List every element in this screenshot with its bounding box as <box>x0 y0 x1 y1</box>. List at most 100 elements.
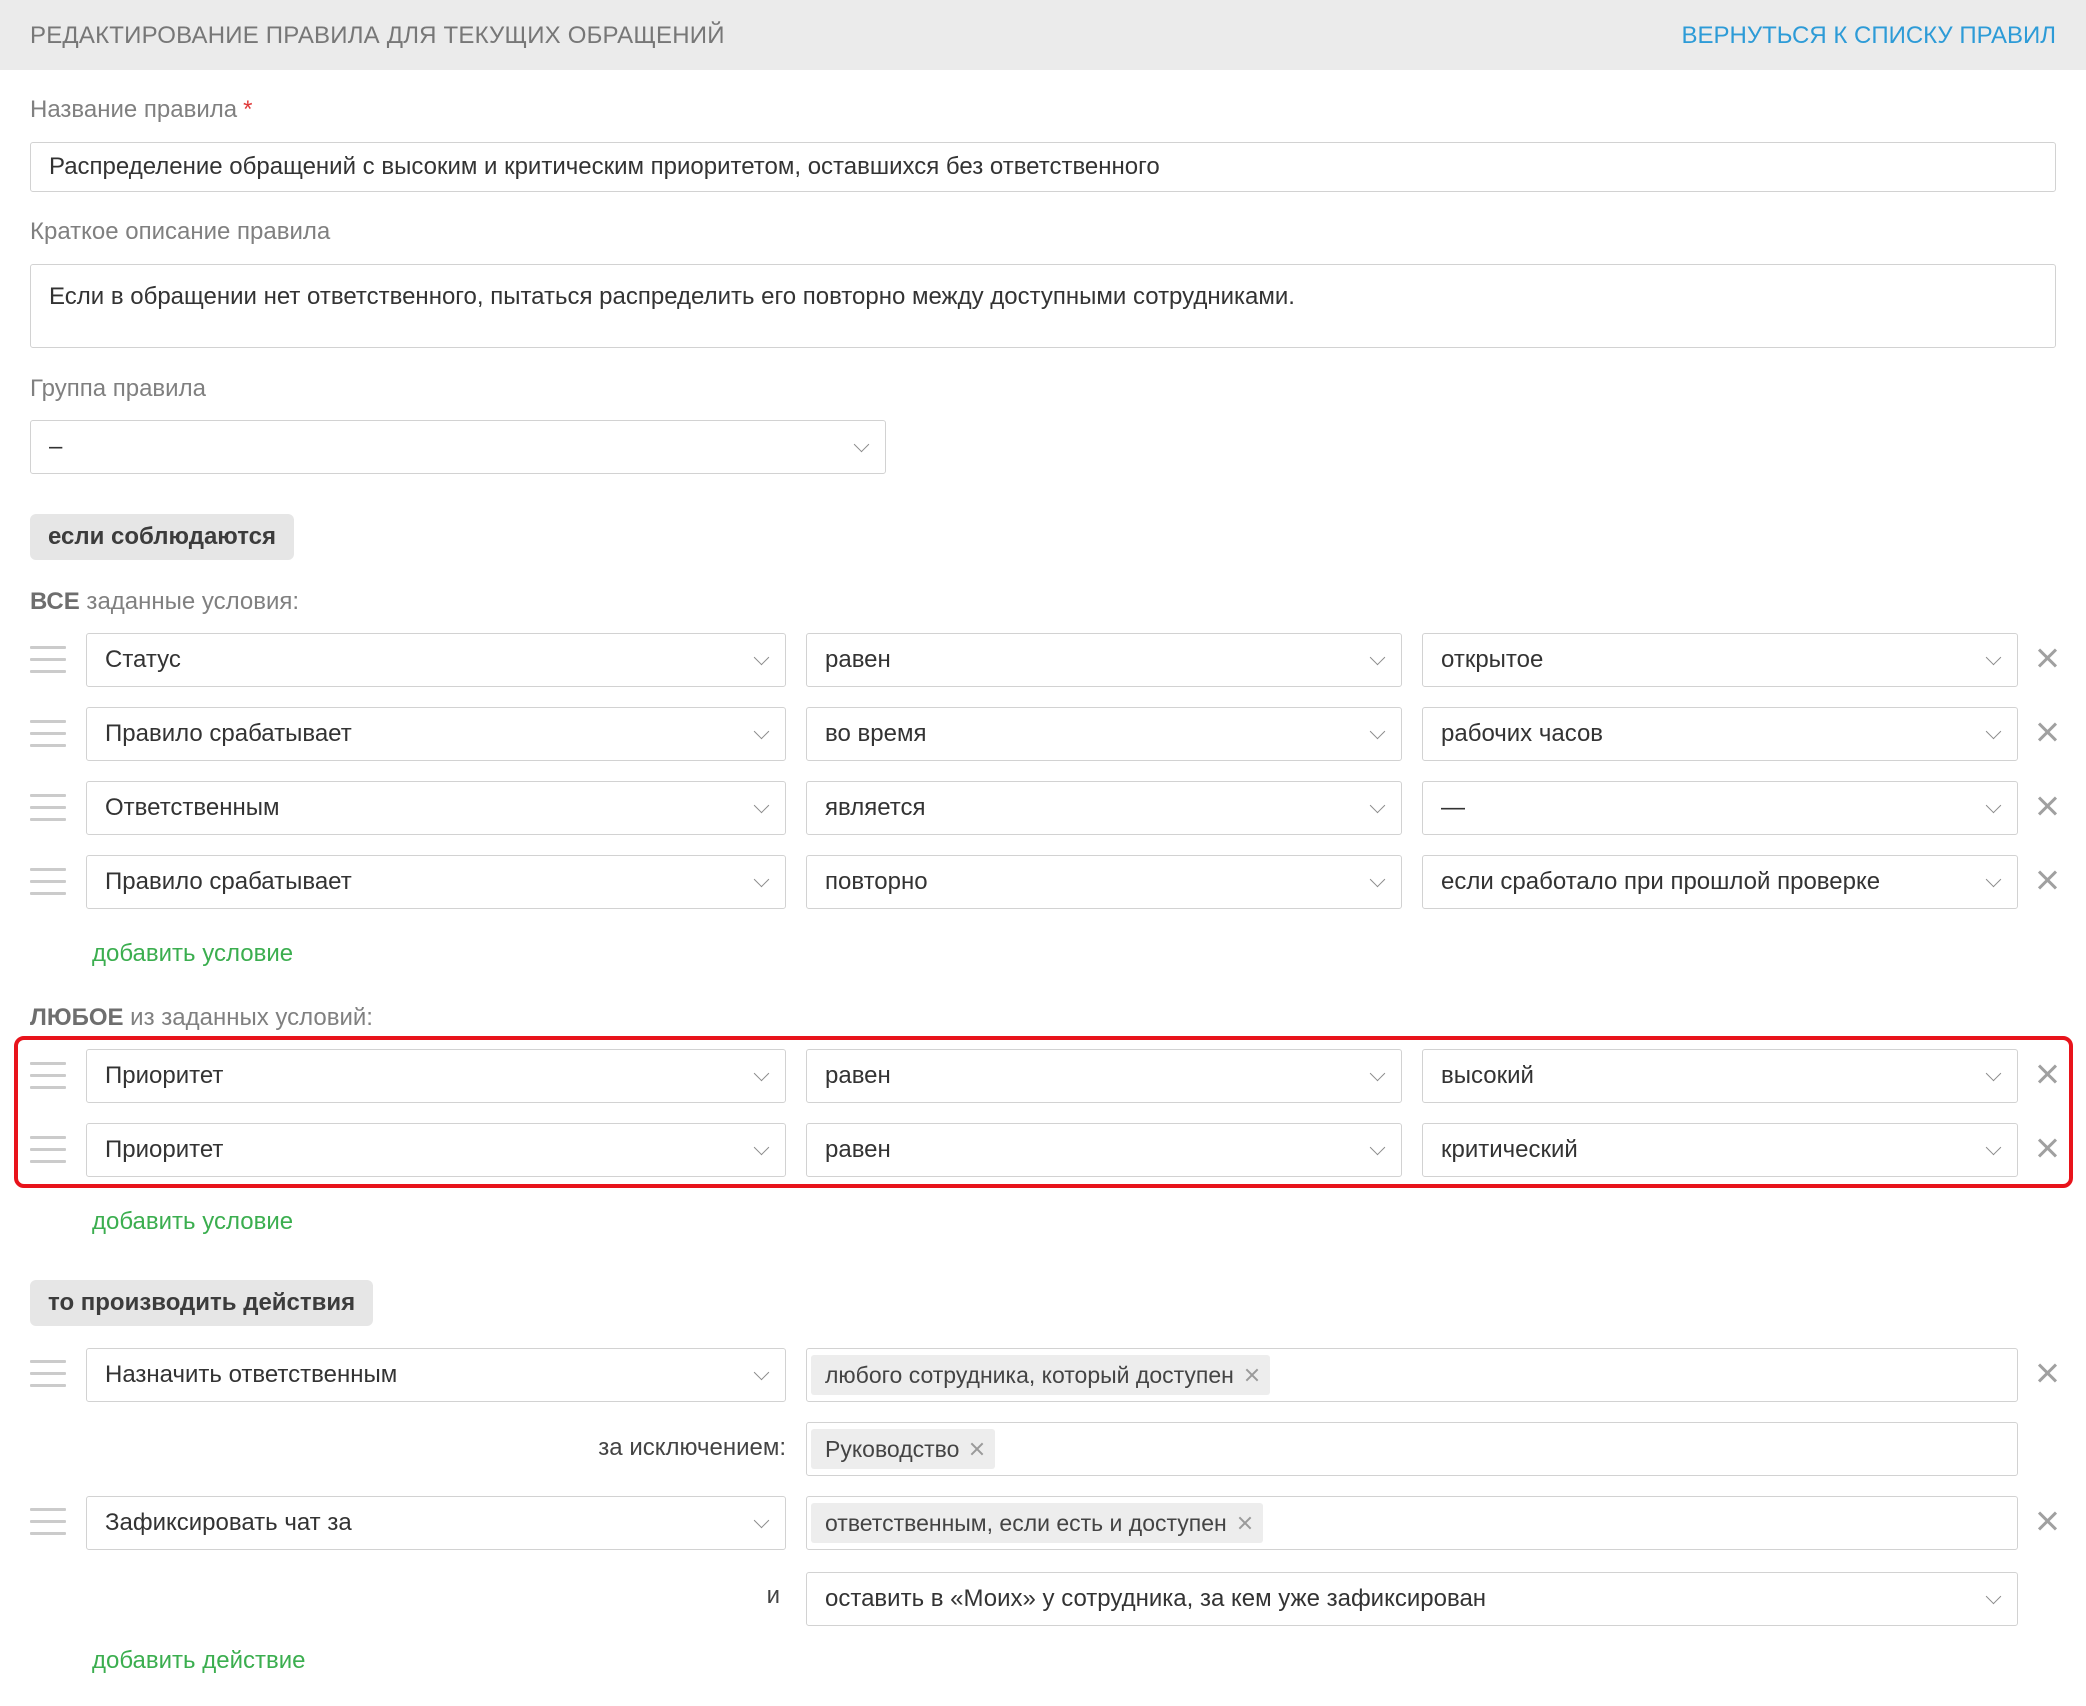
condition-operator-select[interactable]: равен <box>806 1123 1402 1177</box>
tag-label: ответственным, если есть и доступен <box>825 1509 1227 1536</box>
condition-value-value: — <box>1441 794 1465 821</box>
remove-condition-icon[interactable] <box>2034 867 2060 893</box>
chevron-down-icon <box>1369 797 1386 814</box>
page-title: РЕДАКТИРОВАНИЕ ПРАВИЛА ДЛЯ ТЕКУЩИХ ОБРАЩ… <box>30 22 725 49</box>
rule-group-value: – <box>49 433 63 460</box>
condition-value-select[interactable]: высокий <box>1422 1049 2018 1103</box>
chevron-down-icon <box>1985 797 2002 814</box>
remove-action-icon[interactable] <box>2034 1360 2060 1386</box>
condition-field-select[interactable]: Правило срабатывает <box>86 707 786 761</box>
tag-label: любого сотрудника, который доступен <box>825 1361 1234 1388</box>
remove-action-icon[interactable] <box>2034 1508 2060 1534</box>
fixation-mode-select[interactable]: оставить в «Моих» у сотрудника, за кем у… <box>806 1572 2018 1626</box>
condition-value-select[interactable]: критический <box>1422 1123 2018 1177</box>
remove-condition-icon[interactable] <box>2034 645 2060 671</box>
actions-section-label: то производить действия <box>30 1280 374 1326</box>
condition-operator-select[interactable]: во время <box>806 707 1402 761</box>
condition-field-select[interactable]: Приоритет <box>86 1049 786 1103</box>
any-label-text: из заданных условий: <box>123 1004 373 1031</box>
back-to-rules-link[interactable]: ВЕРНУТЬСЯ К СПИСКУ ПРАВИЛ <box>1682 22 2056 50</box>
except-tags[interactable]: Руководство <box>806 1422 2018 1476</box>
add-condition-link-all[interactable]: добавить условие <box>92 940 293 968</box>
condition-operator-select[interactable]: является <box>806 781 1402 835</box>
condition-field-select[interactable]: Приоритет <box>86 1123 786 1177</box>
condition-value-value: критический <box>1441 1136 1578 1163</box>
drag-handle-icon[interactable] <box>30 1136 66 1164</box>
chevron-down-icon <box>1369 723 1386 740</box>
and-label: и <box>766 1582 780 1609</box>
remove-condition-icon[interactable] <box>2034 1135 2060 1161</box>
rule-name-label-text: Название правила <box>30 96 238 123</box>
add-action-link[interactable]: добавить действие <box>92 1647 305 1675</box>
condition-operator-value: равен <box>825 646 891 673</box>
condition-operator-select[interactable]: равен <box>806 1049 1402 1103</box>
chevron-down-icon <box>753 797 770 814</box>
chevron-down-icon <box>753 1364 770 1381</box>
chevron-down-icon <box>753 871 770 888</box>
condition-value-value: если сработало при прошлой проверке <box>1441 868 1881 895</box>
condition-operator-value: равен <box>825 1062 891 1089</box>
condition-field-value: Ответственным <box>105 794 280 821</box>
tag-chip: любого сотрудника, который доступен <box>811 1355 1270 1395</box>
remove-condition-icon[interactable] <box>2034 1061 2060 1087</box>
chevron-down-icon <box>1985 1588 2002 1605</box>
condition-value-select[interactable]: рабочих часов <box>1422 707 2018 761</box>
remove-tag-icon[interactable] <box>1244 1367 1260 1383</box>
all-conditions-label: ВСЕ заданные условия: <box>30 588 299 616</box>
chevron-down-icon <box>853 436 870 453</box>
drag-handle-icon[interactable] <box>30 868 66 896</box>
chevron-down-icon <box>1985 1065 2002 1082</box>
condition-field-select[interactable]: Ответственным <box>86 781 786 835</box>
all-label-text: заданные условия: <box>79 588 300 615</box>
drag-handle-icon[interactable] <box>30 1508 66 1536</box>
remove-condition-icon[interactable] <box>2034 719 2060 745</box>
rule-name-input[interactable]: Распределение обращений с высоким и крит… <box>30 142 2056 192</box>
any-keyword: ЛЮБОЕ <box>30 1004 124 1031</box>
condition-value-select[interactable]: открытое <box>1422 633 2018 687</box>
condition-operator-select[interactable]: равен <box>806 633 1402 687</box>
tag-chip: Руководство <box>811 1429 996 1469</box>
condition-field-select[interactable]: Правило срабатывает <box>86 855 786 909</box>
except-label: за исключением: <box>598 1434 786 1461</box>
chevron-down-icon <box>753 649 770 666</box>
condition-field-value: Правило срабатывает <box>105 720 352 747</box>
rule-editor-page: РЕДАКТИРОВАНИЕ ПРАВИЛА ДЛЯ ТЕКУЩИХ ОБРАЩ… <box>0 0 2086 1706</box>
condition-field-select[interactable]: Статус <box>86 633 786 687</box>
condition-value-value: высокий <box>1441 1062 1534 1089</box>
add-condition-link-any[interactable]: добавить условие <box>92 1208 293 1236</box>
condition-value-select[interactable]: — <box>1422 781 2018 835</box>
any-conditions-label: ЛЮБОЕ из заданных условий: <box>30 1004 373 1032</box>
page-header: РЕДАКТИРОВАНИЕ ПРАВИЛА ДЛЯ ТЕКУЩИХ ОБРАЩ… <box>0 0 2086 70</box>
action-target-tags[interactable]: ответственным, если есть и доступен <box>806 1496 2018 1550</box>
remove-tag-icon[interactable] <box>969 1441 985 1457</box>
drag-handle-icon[interactable] <box>30 1062 66 1090</box>
rule-description-label: Краткое описание правила <box>30 218 331 245</box>
action-type-value: Зафиксировать чат за <box>105 1509 352 1536</box>
chevron-down-icon <box>1985 1139 2002 1156</box>
chevron-down-icon <box>753 1065 770 1082</box>
drag-handle-icon[interactable] <box>30 646 66 674</box>
remove-condition-icon[interactable] <box>2034 793 2060 819</box>
rule-name-label: Название правила * <box>30 96 252 124</box>
rule-group-label: Группа правила <box>30 375 206 402</box>
tag-label: Руководство <box>825 1435 960 1462</box>
condition-value-select[interactable]: если сработало при прошлой проверке <box>1422 855 2018 909</box>
chevron-down-icon <box>1369 1065 1386 1082</box>
drag-handle-icon[interactable] <box>30 1360 66 1388</box>
drag-handle-icon[interactable] <box>30 720 66 748</box>
drag-handle-icon[interactable] <box>30 794 66 822</box>
condition-field-value: Приоритет <box>105 1062 224 1089</box>
action-type-select[interactable]: Назначить ответственным <box>86 1348 786 1402</box>
remove-tag-icon[interactable] <box>1237 1515 1253 1531</box>
conditions-section-label: если соблюдаются <box>30 514 294 560</box>
condition-operator-value: во время <box>825 720 927 747</box>
chevron-down-icon <box>1369 649 1386 666</box>
rule-group-select[interactable]: – <box>30 420 886 474</box>
action-type-value: Назначить ответственным <box>105 1361 398 1388</box>
condition-field-value: Правило срабатывает <box>105 868 352 895</box>
action-target-tags[interactable]: любого сотрудника, который доступен <box>806 1348 2018 1402</box>
condition-operator-select[interactable]: повторно <box>806 855 1402 909</box>
rule-description-textarea[interactable]: Если в обращении нет ответственного, пыт… <box>30 264 2056 348</box>
action-type-select[interactable]: Зафиксировать чат за <box>86 1496 786 1550</box>
condition-field-value: Приоритет <box>105 1136 224 1163</box>
